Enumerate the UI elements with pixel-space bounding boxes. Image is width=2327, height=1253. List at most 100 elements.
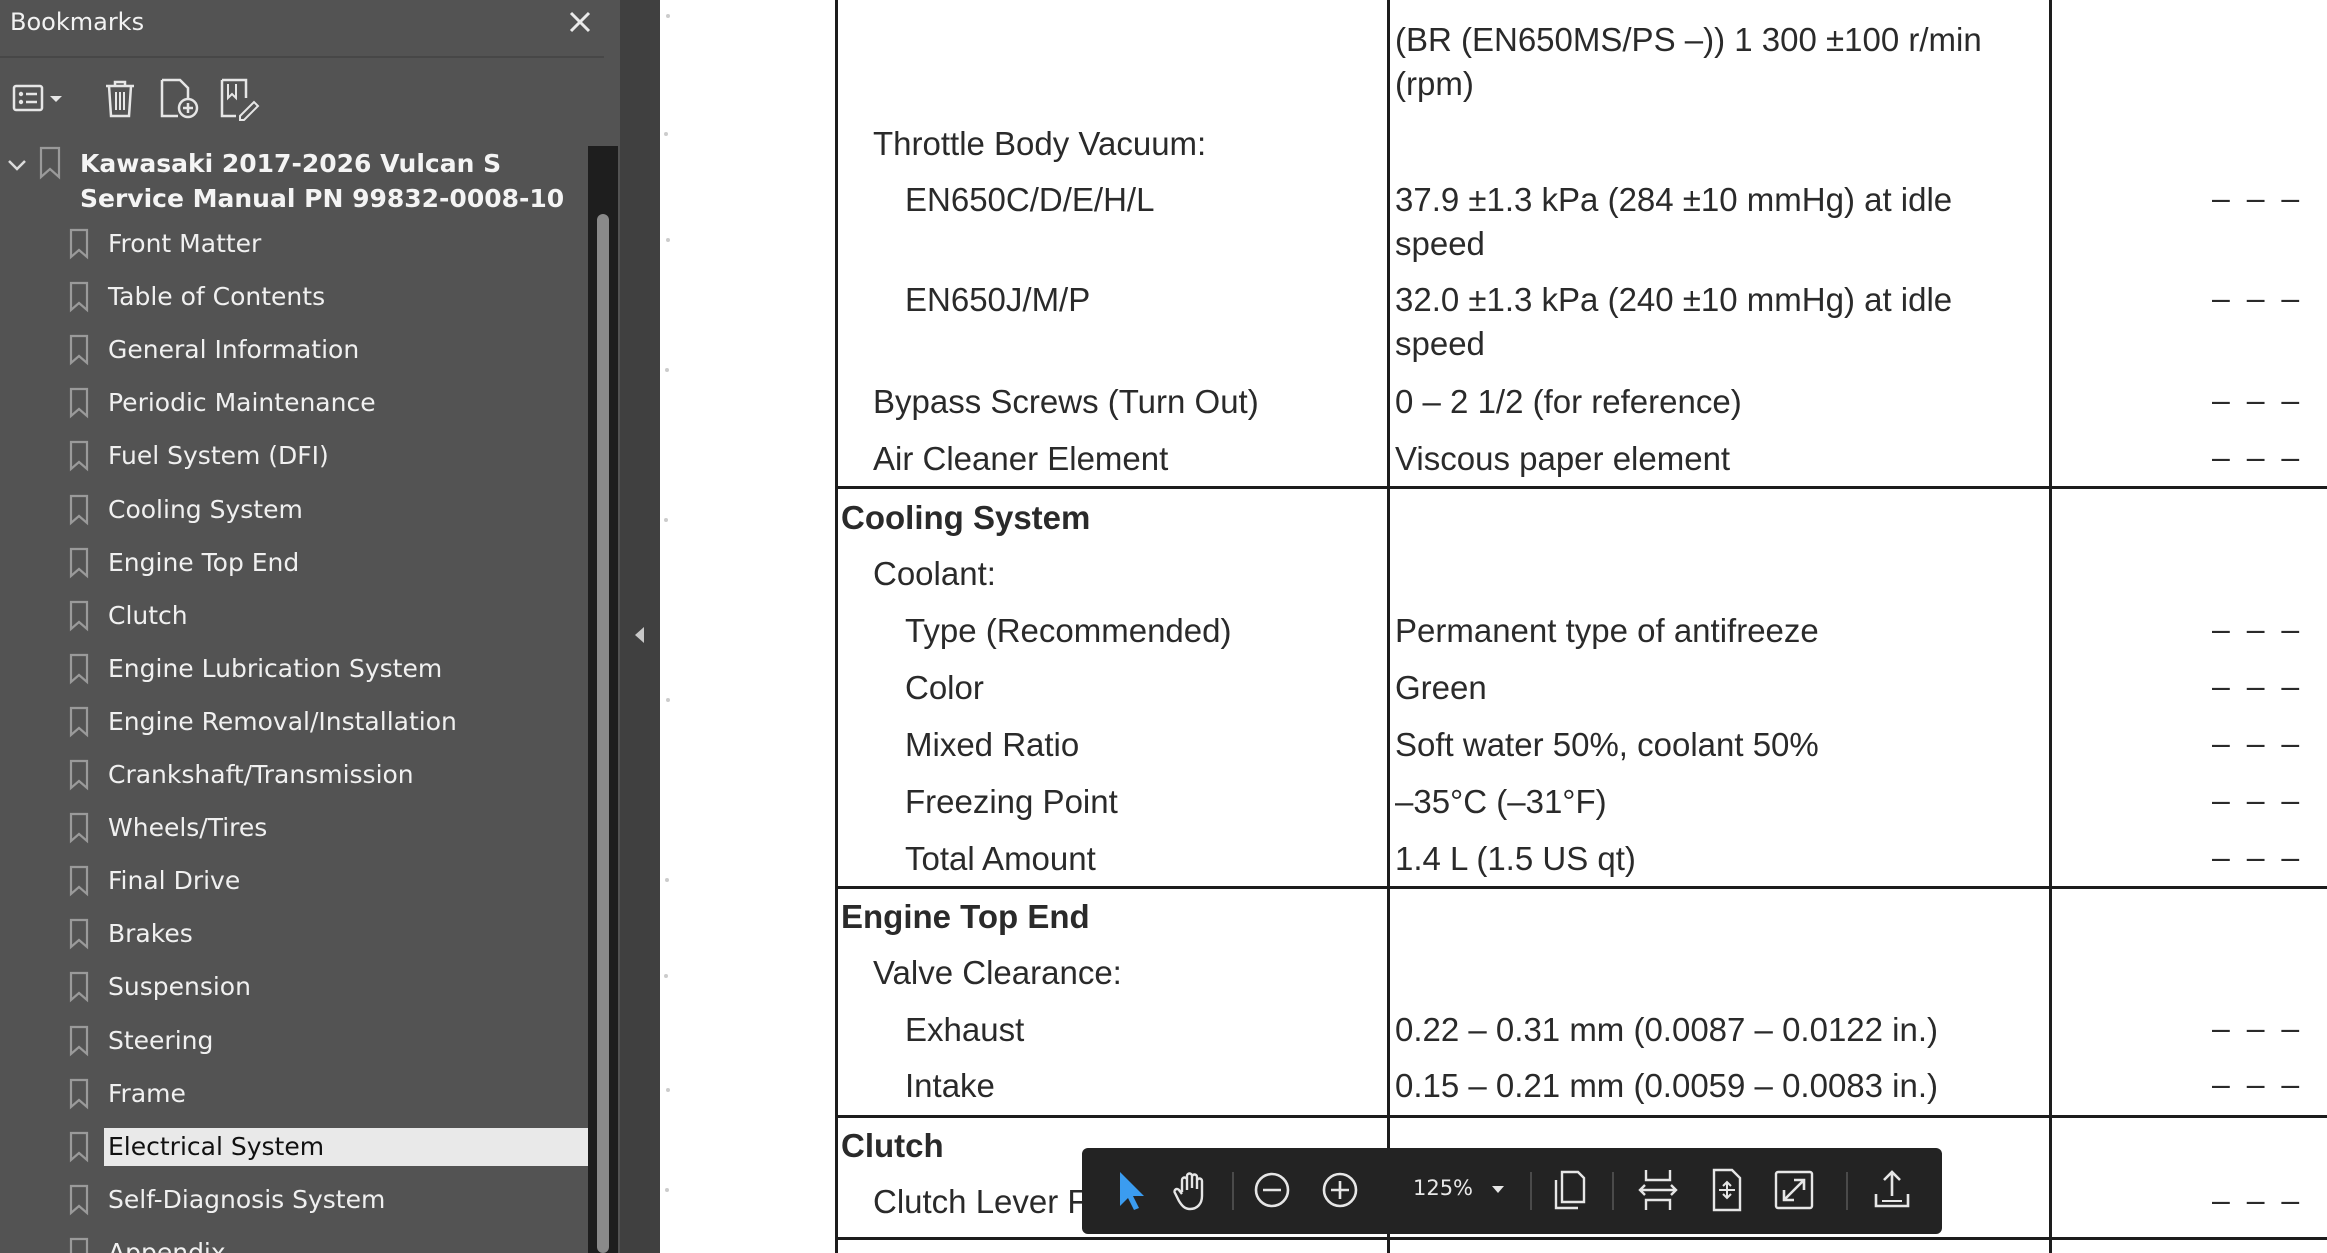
bookmark-item[interactable]: General Information: [0, 326, 588, 376]
collapse-arrow-icon[interactable]: [632, 624, 648, 646]
bookmark-item[interactable]: Fuel System (DFI): [0, 432, 588, 482]
bookmark-item[interactable]: Final Drive: [0, 857, 588, 907]
zoom-out-icon[interactable]: [1248, 1166, 1296, 1214]
bookmark-label: Brakes: [108, 919, 193, 949]
spec-note-dash: – – –: [2212, 725, 2304, 761]
share-icon[interactable]: [1868, 1166, 1916, 1214]
floating-toolbar: 125%: [1082, 1148, 1942, 1234]
options-menu-icon[interactable]: [10, 74, 70, 122]
spec-note-dash: – – –: [2212, 668, 2304, 704]
bookmark-item[interactable]: Frame: [0, 1070, 588, 1120]
fit-page-icon[interactable]: [1702, 1166, 1750, 1214]
spec-value: 0.15 – 0.21 mm (0.0059 – 0.0083 in.): [1395, 1067, 1939, 1104]
bookmark-item[interactable]: Engine Removal/Installation: [0, 698, 588, 748]
scrollbar-thumb[interactable]: [597, 214, 609, 1253]
table-col-divider: [1387, 0, 1390, 1253]
spec-value: Permanent type of antifreeze: [1395, 612, 1819, 649]
spec-label: Valve Clearance:: [873, 954, 1122, 991]
bookmark-icon: [69, 972, 89, 1003]
bookmark-icon: [69, 281, 89, 313]
select-arrow-icon[interactable]: [1106, 1166, 1154, 1214]
bookmark-label: Frame: [108, 1078, 186, 1108]
bookmark-icon: [69, 335, 89, 366]
bookmark-item[interactable]: Cooling System: [0, 486, 588, 536]
bookmark-icon: [69, 494, 89, 525]
close-icon[interactable]: [562, 4, 598, 40]
chevron-down-icon[interactable]: [1490, 1184, 1506, 1196]
hand-icon[interactable]: [1168, 1166, 1216, 1214]
bookmark-item[interactable]: Periodic Maintenance: [0, 379, 588, 429]
bookmark-item[interactable]: Engine Top End: [0, 539, 588, 589]
bookmark-item[interactable]: Brakes: [0, 910, 588, 960]
bookmark-item[interactable]: Self-Diagnosis System: [0, 1176, 588, 1226]
bookmark-icon: [69, 866, 89, 897]
spec-label: Bypass Screws (Turn Out): [873, 383, 1259, 420]
bookmark-item[interactable]: Crankshaft/Transmission: [0, 751, 588, 801]
spec-value: 0 – 2 1/2 (for reference): [1395, 383, 1742, 420]
spec-label: Type (Recommended): [905, 612, 1232, 649]
spec-value: 1.4 L (1.5 US qt): [1395, 840, 1636, 877]
document-view[interactable]: (BR (EN650MS/PS –)) 1 300 ±100 r/min (rpm…: [660, 0, 2327, 1253]
bookmark-label: Final Drive: [108, 866, 241, 896]
section-heading: Clutch: [841, 1127, 944, 1164]
toolbar-separator: [1612, 1172, 1614, 1210]
bookmark-icon: [69, 1078, 89, 1110]
bookmark-item[interactable]: Front Matter: [0, 220, 588, 270]
spec-note-dash: – – –: [2212, 280, 2304, 316]
zoom-dropdown[interactable]: 125%: [1398, 1166, 1508, 1216]
bookmark-icon: [69, 441, 89, 472]
bookmark-item[interactable]: Appendix: [0, 1229, 588, 1253]
section-heading: Cooling System: [841, 499, 1091, 536]
toolbar-separator: [1846, 1172, 1848, 1210]
bookmark-icon: [69, 1025, 89, 1056]
bookmark-item[interactable]: Suspension: [0, 963, 588, 1013]
table-section-divider: [835, 1115, 2327, 1118]
bookmark-root-label: Kawasaki 2017-2026 Vulcan S Service Manu…: [80, 149, 565, 213]
zoom-in-icon[interactable]: [1316, 1166, 1364, 1214]
new-bookmark-icon[interactable]: [154, 74, 202, 122]
bookmark-label: Table of Contents: [108, 282, 326, 312]
bookmark-icon: [69, 547, 89, 579]
bookmark-icon: [69, 706, 89, 738]
bookmark-icon: [69, 600, 89, 632]
bookmark-item[interactable]: Electrical System: [0, 1123, 588, 1173]
chevron-down-icon[interactable]: [4, 152, 30, 178]
spec-value: Soft water 50%, coolant 50%: [1395, 726, 1819, 763]
bookmark-properties-icon[interactable]: [214, 74, 262, 122]
page-view-icon[interactable]: [1546, 1166, 1594, 1214]
full-screen-icon[interactable]: [1770, 1166, 1818, 1214]
fit-width-icon[interactable]: [1634, 1166, 1682, 1214]
spec-note-dash: – – –: [2212, 782, 2304, 818]
bookmark-label: Engine Top End: [108, 547, 300, 577]
spec-note-dash: – – –: [2212, 839, 2304, 875]
bookmark-item[interactable]: Clutch: [0, 592, 588, 642]
bookmark-item[interactable]: Engine Lubrication System: [0, 645, 588, 695]
spec-value: –35°C (–31°F): [1395, 783, 1607, 820]
bookmark-label: Front Matter: [108, 229, 262, 258]
bookmark-root[interactable]: Kawasaki 2017-2026 Vulcan S Service Manu…: [0, 140, 588, 218]
bookmark-label: Self-Diagnosis System: [108, 1184, 386, 1214]
spec-label: Coolant:: [873, 555, 996, 592]
spec-label: Exhaust: [905, 1011, 1025, 1048]
spec-label: Total Amount: [905, 840, 1096, 877]
trash-icon[interactable]: [96, 74, 144, 122]
spec-label: Air Cleaner Element: [873, 440, 1169, 477]
spec-value: speed: [1395, 225, 1485, 262]
bookmark-icon: [69, 1184, 89, 1216]
bookmark-label: Wheels/Tires: [108, 813, 268, 843]
panel-splitter[interactable]: [620, 0, 660, 1253]
bookmark-item[interactable]: Wheels/Tires: [0, 804, 588, 854]
spec-note-dash: – – –: [2212, 1066, 2304, 1102]
spec-note-dash: – – –: [2212, 1182, 2304, 1218]
spec-label: Clutch Lever F: [873, 1183, 1088, 1220]
bookmarks-tree: Kawasaki 2017-2026 Vulcan S Service Manu…: [0, 140, 588, 1253]
spec-value: 32.0 ±1.3 kPa (240 ±10 mmHg) at idle: [1395, 281, 1953, 318]
spec-note-dash: – – –: [2212, 1010, 2304, 1046]
spec-value: Viscous paper element: [1395, 440, 1731, 477]
bookmark-item[interactable]: Steering: [0, 1017, 588, 1067]
bookmark-icon: [69, 1237, 89, 1253]
spec-value: speed: [1395, 325, 1485, 362]
bookmark-label: Crankshaft/Transmission: [108, 760, 414, 789]
bookmark-icon: [69, 1131, 89, 1163]
bookmark-item[interactable]: Table of Contents: [0, 273, 588, 323]
